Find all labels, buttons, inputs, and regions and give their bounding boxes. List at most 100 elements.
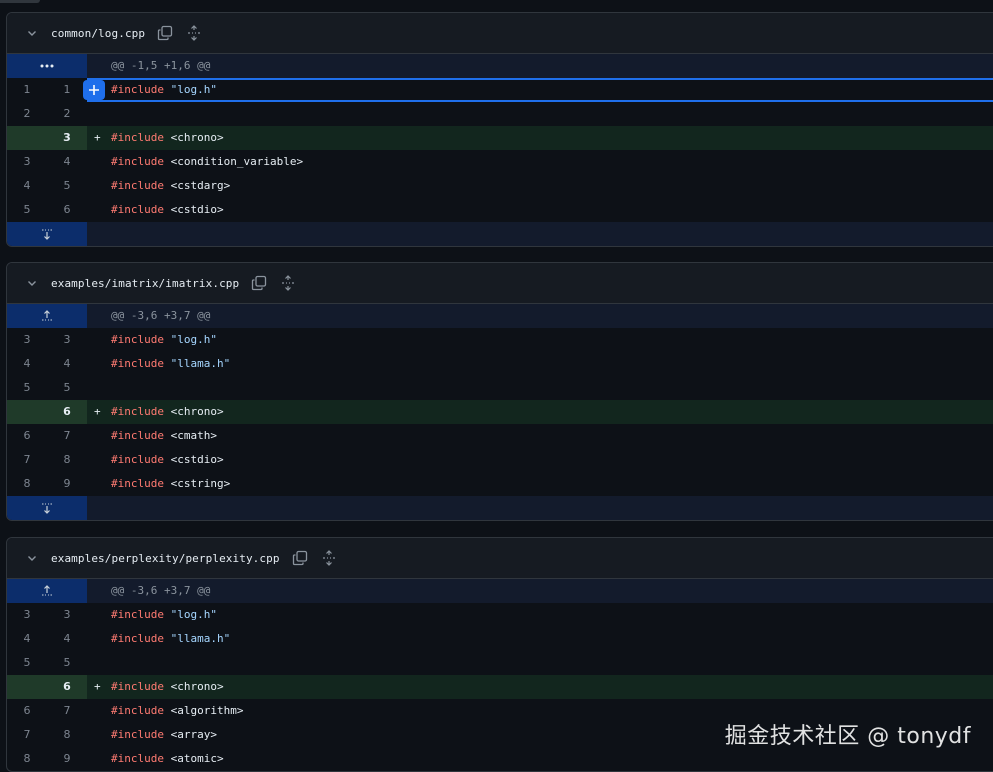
old-line-number[interactable]: 3 <box>7 150 47 174</box>
diff-line-context[interactable]: 22 <box>7 102 993 126</box>
old-line-number[interactable] <box>7 675 47 699</box>
diff-line-context[interactable]: 55 <box>7 651 993 675</box>
code-keyword: #include <box>111 632 164 645</box>
diff-line-addition[interactable]: 6 + #include <chrono> <box>7 400 993 424</box>
old-line-number[interactable]: 3 <box>7 328 47 352</box>
new-line-number[interactable]: 9 <box>47 747 87 771</box>
old-line-number[interactable]: 2 <box>7 102 47 126</box>
diff-line-context[interactable]: 5 6 #include <cstdio> <box>7 198 993 222</box>
file-name[interactable]: common/log.cpp <box>51 27 145 40</box>
new-line-number[interactable]: 6 <box>47 198 87 222</box>
code-argument: "llama.h" <box>170 357 231 370</box>
old-line-number[interactable]: 7 <box>7 723 47 747</box>
expand-down-icon[interactable] <box>7 222 87 246</box>
diff-file-log-cpp: common/log.cpp @@ -1,5 +1,6 @@ 1 1 #includ… <box>6 12 993 247</box>
old-line-number[interactable] <box>7 126 47 150</box>
diff-line-context[interactable]: 6 7 #include <cmath> <box>7 424 993 448</box>
diff-line-context[interactable]: 4 5 #include <cstdarg> <box>7 174 993 198</box>
new-line-number[interactable]: 8 <box>47 723 87 747</box>
diff-line-context[interactable]: 4 4 #include "llama.h" <box>7 352 993 376</box>
expand-row <box>7 496 993 520</box>
unfold-icon[interactable] <box>187 25 201 41</box>
code-line: #include <cstdio> <box>87 448 993 472</box>
new-line-number[interactable]: 8 <box>47 448 87 472</box>
new-line-number[interactable]: 7 <box>47 699 87 723</box>
file-name[interactable]: examples/perplexity/perplexity.cpp <box>51 552 280 565</box>
code-line: + #include <chrono> <box>87 400 993 424</box>
new-line-number[interactable]: 5 <box>47 174 87 198</box>
code-line: + #include <chrono> <box>87 675 993 699</box>
old-line-number[interactable]: 1 <box>7 78 47 102</box>
expand-down-icon[interactable] <box>7 496 87 520</box>
old-line-number[interactable]: 6 <box>7 424 47 448</box>
code-keyword: #include <box>111 453 164 466</box>
unfold-icon[interactable] <box>281 275 295 291</box>
file-name[interactable]: examples/imatrix/imatrix.cpp <box>51 277 239 290</box>
chevron-down-icon[interactable] <box>24 277 40 289</box>
expand-up-icon[interactable] <box>7 579 87 603</box>
chevron-down-icon[interactable] <box>24 552 40 564</box>
code-line: #include <condition_variable> <box>87 150 993 174</box>
diff-line-addition[interactable]: 3 + #include <chrono> <box>7 126 993 150</box>
old-line-number[interactable]: 4 <box>7 352 47 376</box>
diff-line-context[interactable]: 8 9 #include <cstring> <box>7 472 993 496</box>
old-line-number[interactable]: 7 <box>7 448 47 472</box>
new-line-number[interactable]: 5 <box>47 376 87 400</box>
old-line-number[interactable] <box>7 400 47 424</box>
old-line-number[interactable]: 3 <box>7 603 47 627</box>
old-line-number[interactable]: 8 <box>7 747 47 771</box>
hunk-text: @@ -3,6 +3,7 @@ <box>87 579 993 603</box>
new-line-number[interactable]: 6 <box>47 400 87 424</box>
new-line-number[interactable]: 3 <box>47 603 87 627</box>
diff-line-context[interactable]: 8 9 #include <atomic> <box>7 747 993 771</box>
code-line: #include <cmath> <box>87 424 993 448</box>
new-line-number[interactable]: 4 <box>47 352 87 376</box>
kebab-horizontal-icon[interactable] <box>7 54 87 78</box>
diff-line-context[interactable]: 4 4 #include "llama.h" <box>7 627 993 651</box>
code-argument: "log.h" <box>170 608 217 621</box>
new-line-number[interactable]: 3 <box>47 328 87 352</box>
code-argument: <chrono> <box>170 680 224 693</box>
new-line-number[interactable]: 5 <box>47 651 87 675</box>
previous-file-edge <box>0 0 40 3</box>
expand-up-icon[interactable] <box>7 304 87 328</box>
code-keyword: #include <box>111 405 164 418</box>
code-line: #include <cstring> <box>87 472 993 496</box>
old-line-number[interactable]: 5 <box>7 198 47 222</box>
new-line-number[interactable]: 4 <box>47 150 87 174</box>
code-argument: <chrono> <box>170 405 224 418</box>
diff-line-context[interactable]: 55 <box>7 376 993 400</box>
old-line-number[interactable]: 4 <box>7 627 47 651</box>
new-line-number[interactable]: 6 <box>47 675 87 699</box>
new-line-number[interactable]: 9 <box>47 472 87 496</box>
new-line-number[interactable]: 3 <box>47 126 87 150</box>
old-line-number[interactable]: 5 <box>7 376 47 400</box>
copy-icon[interactable] <box>157 25 173 41</box>
code-keyword: #include <box>111 83 164 96</box>
code-argument: <cstdio> <box>170 203 224 216</box>
diff-line-context[interactable]: 7 8 #include <cstdio> <box>7 448 993 472</box>
code-keyword: #include <box>111 131 164 144</box>
diff-line-context[interactable]: 3 4 #include <condition_variable> <box>7 150 993 174</box>
new-line-number[interactable]: 2 <box>47 102 87 126</box>
code-line: #include "log.h" <box>87 328 993 352</box>
new-line-number[interactable]: 4 <box>47 627 87 651</box>
code-argument: <algorithm> <box>170 704 244 717</box>
new-line-number[interactable]: 1 <box>47 78 87 102</box>
old-line-number[interactable]: 6 <box>7 699 47 723</box>
old-line-number[interactable]: 4 <box>7 174 47 198</box>
old-line-number[interactable]: 5 <box>7 651 47 675</box>
code-keyword: #include <box>111 179 164 192</box>
diff-line-context[interactable]: 1 1 #include "log.h" <box>7 78 993 102</box>
diff-line-context[interactable]: 3 3 #include "log.h" <box>7 328 993 352</box>
copy-icon[interactable] <box>251 275 267 291</box>
hunk-text: @@ -3,6 +3,7 @@ <box>87 304 993 328</box>
copy-icon[interactable] <box>292 550 308 566</box>
chevron-down-icon[interactable] <box>24 27 40 39</box>
unfold-icon[interactable] <box>322 550 336 566</box>
old-line-number[interactable]: 8 <box>7 472 47 496</box>
plus-icon[interactable] <box>83 80 105 100</box>
diff-line-context[interactable]: 3 3 #include "log.h" <box>7 603 993 627</box>
diff-line-addition[interactable]: 6 + #include <chrono> <box>7 675 993 699</box>
new-line-number[interactable]: 7 <box>47 424 87 448</box>
